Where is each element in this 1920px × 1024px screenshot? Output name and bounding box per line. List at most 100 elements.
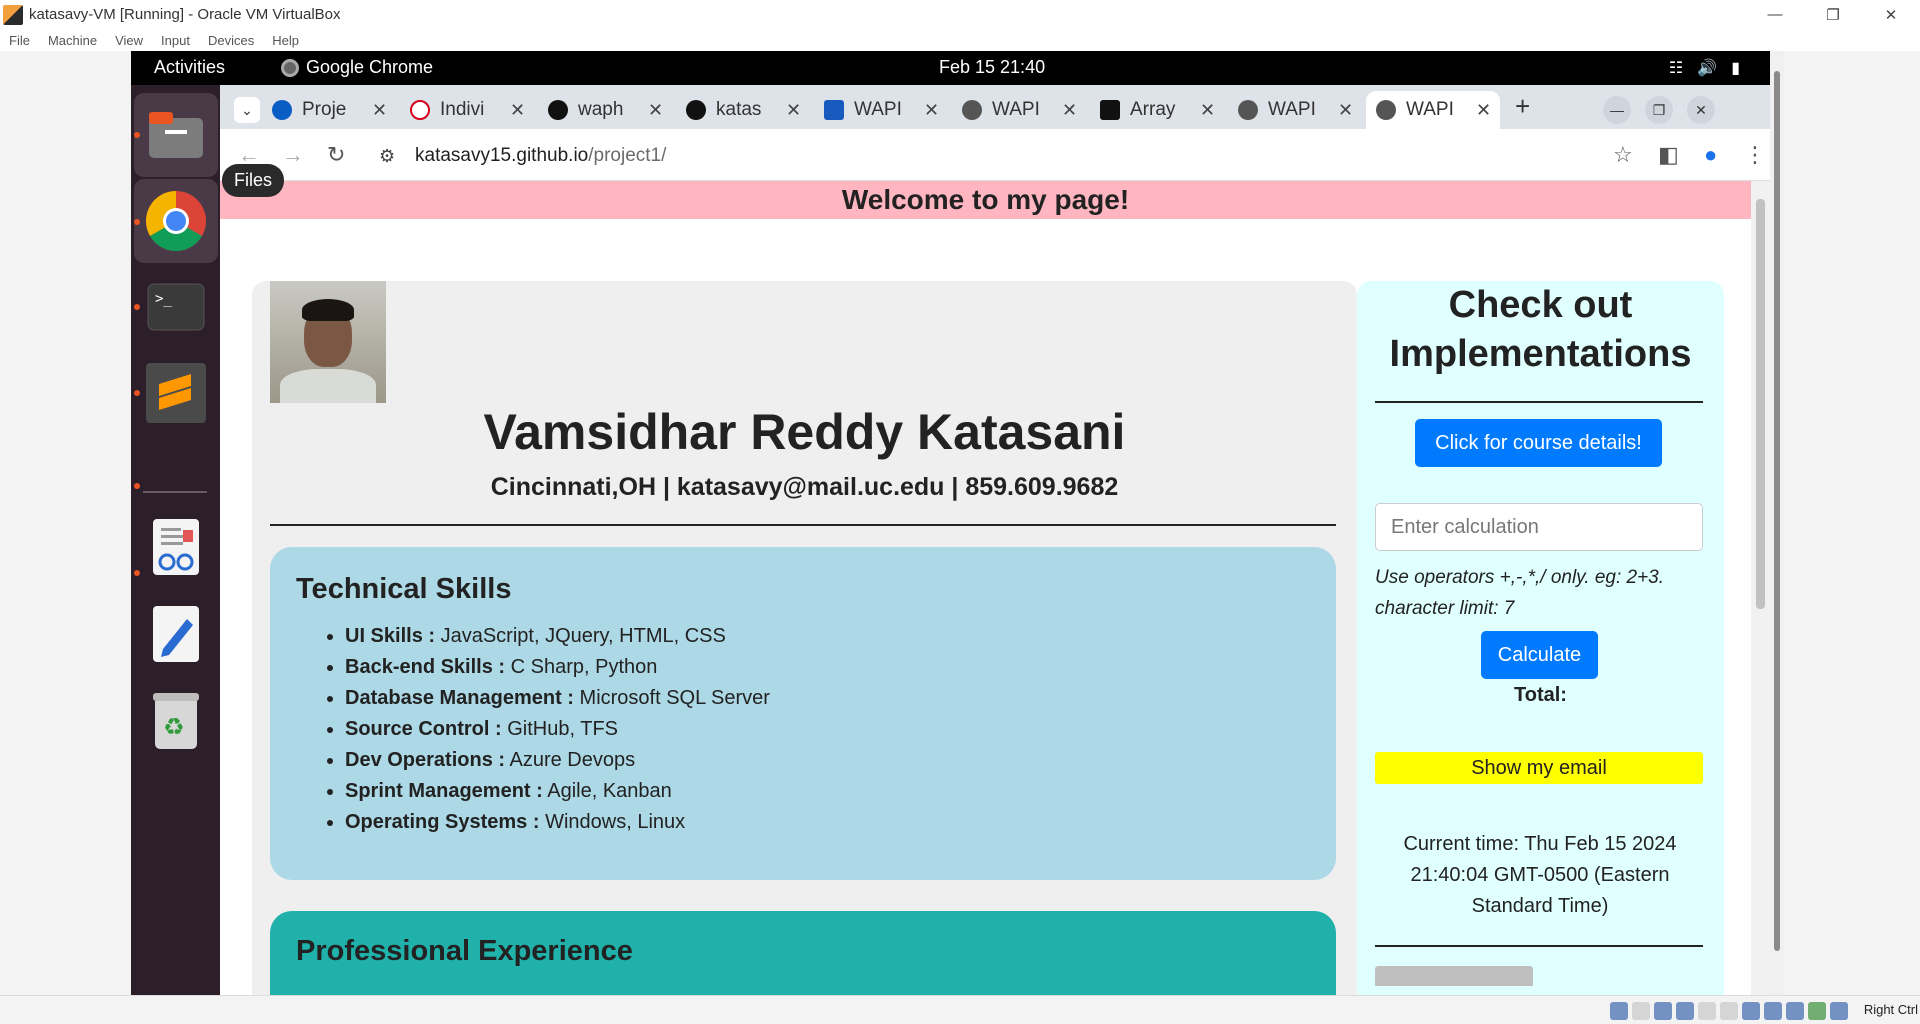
- github-icon: [686, 100, 706, 120]
- tab-label: WAPI: [992, 99, 1040, 120]
- menu-help[interactable]: Help: [263, 33, 308, 48]
- side-panel-icon[interactable]: ◧: [1658, 142, 1679, 168]
- tab-label: WAPI: [1268, 99, 1316, 120]
- menu-file[interactable]: File: [0, 33, 39, 48]
- close-tab-icon[interactable]: ✕: [648, 100, 663, 121]
- audio-icon[interactable]: [1654, 1002, 1672, 1020]
- tab-katas[interactable]: katas ✕: [676, 91, 801, 129]
- app-name: Google Chrome: [306, 57, 434, 77]
- tab-indivi[interactable]: Indivi ✕: [400, 91, 525, 129]
- trash-icon: ♻: [153, 693, 199, 749]
- tab-label: Array: [1130, 99, 1176, 120]
- close-tab-icon[interactable]: ✕: [1476, 100, 1491, 121]
- new-tab-button[interactable]: +: [1515, 91, 1530, 122]
- globe-icon: [1376, 100, 1396, 120]
- tab-waph[interactable]: waph ✕: [538, 91, 663, 129]
- virtualbox-statusbar: Right Ctrl: [0, 995, 1920, 1024]
- tab-wapi-word[interactable]: WAPI ✕: [814, 91, 939, 129]
- divider: [1375, 945, 1703, 947]
- recording-icon[interactable]: [1764, 1002, 1782, 1020]
- page-scrollbar[interactable]: [1751, 181, 1770, 995]
- tab-search-menu[interactable]: ⌄: [232, 91, 260, 129]
- power-icon: ▮: [1731, 60, 1740, 77]
- uc-icon: [410, 100, 430, 120]
- scrollbar-thumb[interactable]: [1756, 199, 1765, 609]
- tab-array[interactable]: Array ✕: [1090, 91, 1215, 129]
- vm-screen[interactable]: Activities Google Chrome Feb 15 21:40 ☷ …: [131, 51, 1770, 995]
- shared-folder-icon[interactable]: [1720, 1002, 1738, 1020]
- dock-sublime[interactable]: [134, 351, 218, 435]
- display-icon[interactable]: [1742, 1002, 1760, 1020]
- tab-proje[interactable]: Proje ✕: [262, 91, 387, 129]
- mouse-integration-icon[interactable]: [1808, 1002, 1826, 1020]
- hard-disk-icon[interactable]: [1610, 1002, 1628, 1020]
- close-tab-icon[interactable]: ✕: [786, 100, 801, 121]
- vm-scrollbar[interactable]: [1770, 51, 1784, 995]
- running-indicator: [134, 304, 140, 310]
- calculate-button[interactable]: Calculate: [1481, 631, 1598, 679]
- forward-button[interactable]: →: [282, 142, 304, 168]
- clock[interactable]: Feb 15 21:40: [939, 57, 1045, 78]
- skills-heading: Technical Skills: [296, 573, 512, 605]
- chrome-restore-button[interactable]: ❐: [1645, 96, 1673, 124]
- course-details-button[interactable]: Click for course details!: [1415, 419, 1662, 467]
- list-item: Sprint Management : Agile, Kanban: [345, 776, 770, 807]
- optical-drive-icon[interactable]: [1632, 1002, 1650, 1020]
- bookmark-star-icon[interactable]: ☆: [1613, 142, 1633, 168]
- word-icon: [824, 100, 844, 120]
- close-tab-icon[interactable]: ✕: [1062, 100, 1077, 121]
- dock-text-editor[interactable]: [134, 592, 218, 676]
- close-tab-icon[interactable]: ✕: [510, 100, 525, 121]
- close-button[interactable]: ✕: [1862, 0, 1920, 29]
- terminal-icon: >_: [147, 283, 205, 331]
- site-info-icon[interactable]: ⚙: [379, 146, 401, 167]
- device-status-icons: [1610, 1002, 1848, 1020]
- chrome-close-button[interactable]: ✕: [1687, 96, 1715, 124]
- dock-terminal[interactable]: >_: [134, 265, 218, 349]
- sidebar-image: [1375, 966, 1533, 986]
- divider: [270, 524, 1336, 526]
- close-tab-icon[interactable]: ✕: [1338, 100, 1353, 121]
- close-tab-icon[interactable]: ✕: [1200, 100, 1215, 121]
- show-email-button[interactable]: Show my email: [1375, 752, 1703, 784]
- tab-wapi-3[interactable]: WAPI ✕: [1228, 91, 1353, 129]
- tab-wapi-2[interactable]: WAPI ✕: [952, 91, 1077, 129]
- menu-devices[interactable]: Devices: [199, 33, 263, 48]
- host-key-label: Right Ctrl: [1863, 1002, 1918, 1017]
- profile-icon[interactable]: ●: [1704, 142, 1717, 168]
- network-icon[interactable]: [1676, 1002, 1694, 1020]
- calculation-input[interactable]: Enter calculation: [1375, 503, 1703, 551]
- keyboard-capture-icon[interactable]: [1830, 1002, 1848, 1020]
- usb-icon[interactable]: [1698, 1002, 1716, 1020]
- dock-files[interactable]: [134, 93, 218, 177]
- technical-skills-section: Technical Skills UI Skills : JavaScript,…: [270, 547, 1336, 880]
- menu-machine[interactable]: Machine: [39, 33, 106, 48]
- close-tab-icon[interactable]: ✕: [924, 100, 939, 121]
- chevron-down-icon: ⌄: [234, 97, 260, 123]
- minimize-button[interactable]: —: [1746, 0, 1804, 29]
- cpu-icon[interactable]: [1786, 1002, 1804, 1020]
- restore-button[interactable]: ❐: [1804, 0, 1862, 29]
- chrome-menu-icon[interactable]: ⋮: [1744, 142, 1766, 168]
- scrollbar-thumb[interactable]: [1774, 71, 1780, 951]
- tab-label: katas: [716, 99, 762, 120]
- tab-wapi-active[interactable]: WAPI ✕: [1366, 91, 1500, 129]
- system-tray[interactable]: ☷ 🔊 ▮: [1669, 58, 1740, 78]
- implementations-sidebar: Check out Implementations Click for cour…: [1357, 281, 1724, 995]
- calculation-hint: Use operators +,-,*,/ only. eg: 2+3. cha…: [1375, 567, 1665, 619]
- chrome-minimize-button[interactable]: —: [1603, 96, 1631, 124]
- dock-trash[interactable]: ♻: [134, 679, 218, 763]
- running-indicator: [134, 132, 140, 138]
- activities-button[interactable]: Activities: [154, 57, 225, 78]
- reload-button[interactable]: ↻: [327, 142, 345, 168]
- svg-text:>_: >_: [155, 291, 172, 307]
- dock-chrome[interactable]: [134, 179, 218, 263]
- tab-label: WAPI: [1406, 99, 1454, 120]
- menu-input[interactable]: Input: [152, 33, 199, 48]
- address-bar[interactable]: ⚙ katasavy15.github.io/project1/: [367, 137, 1587, 175]
- close-tab-icon[interactable]: ✕: [372, 100, 387, 121]
- menu-view[interactable]: View: [106, 33, 152, 48]
- dock-document-viewer[interactable]: [134, 505, 218, 589]
- app-menu[interactable]: Google Chrome: [281, 57, 433, 78]
- mdn-icon: [1100, 100, 1120, 120]
